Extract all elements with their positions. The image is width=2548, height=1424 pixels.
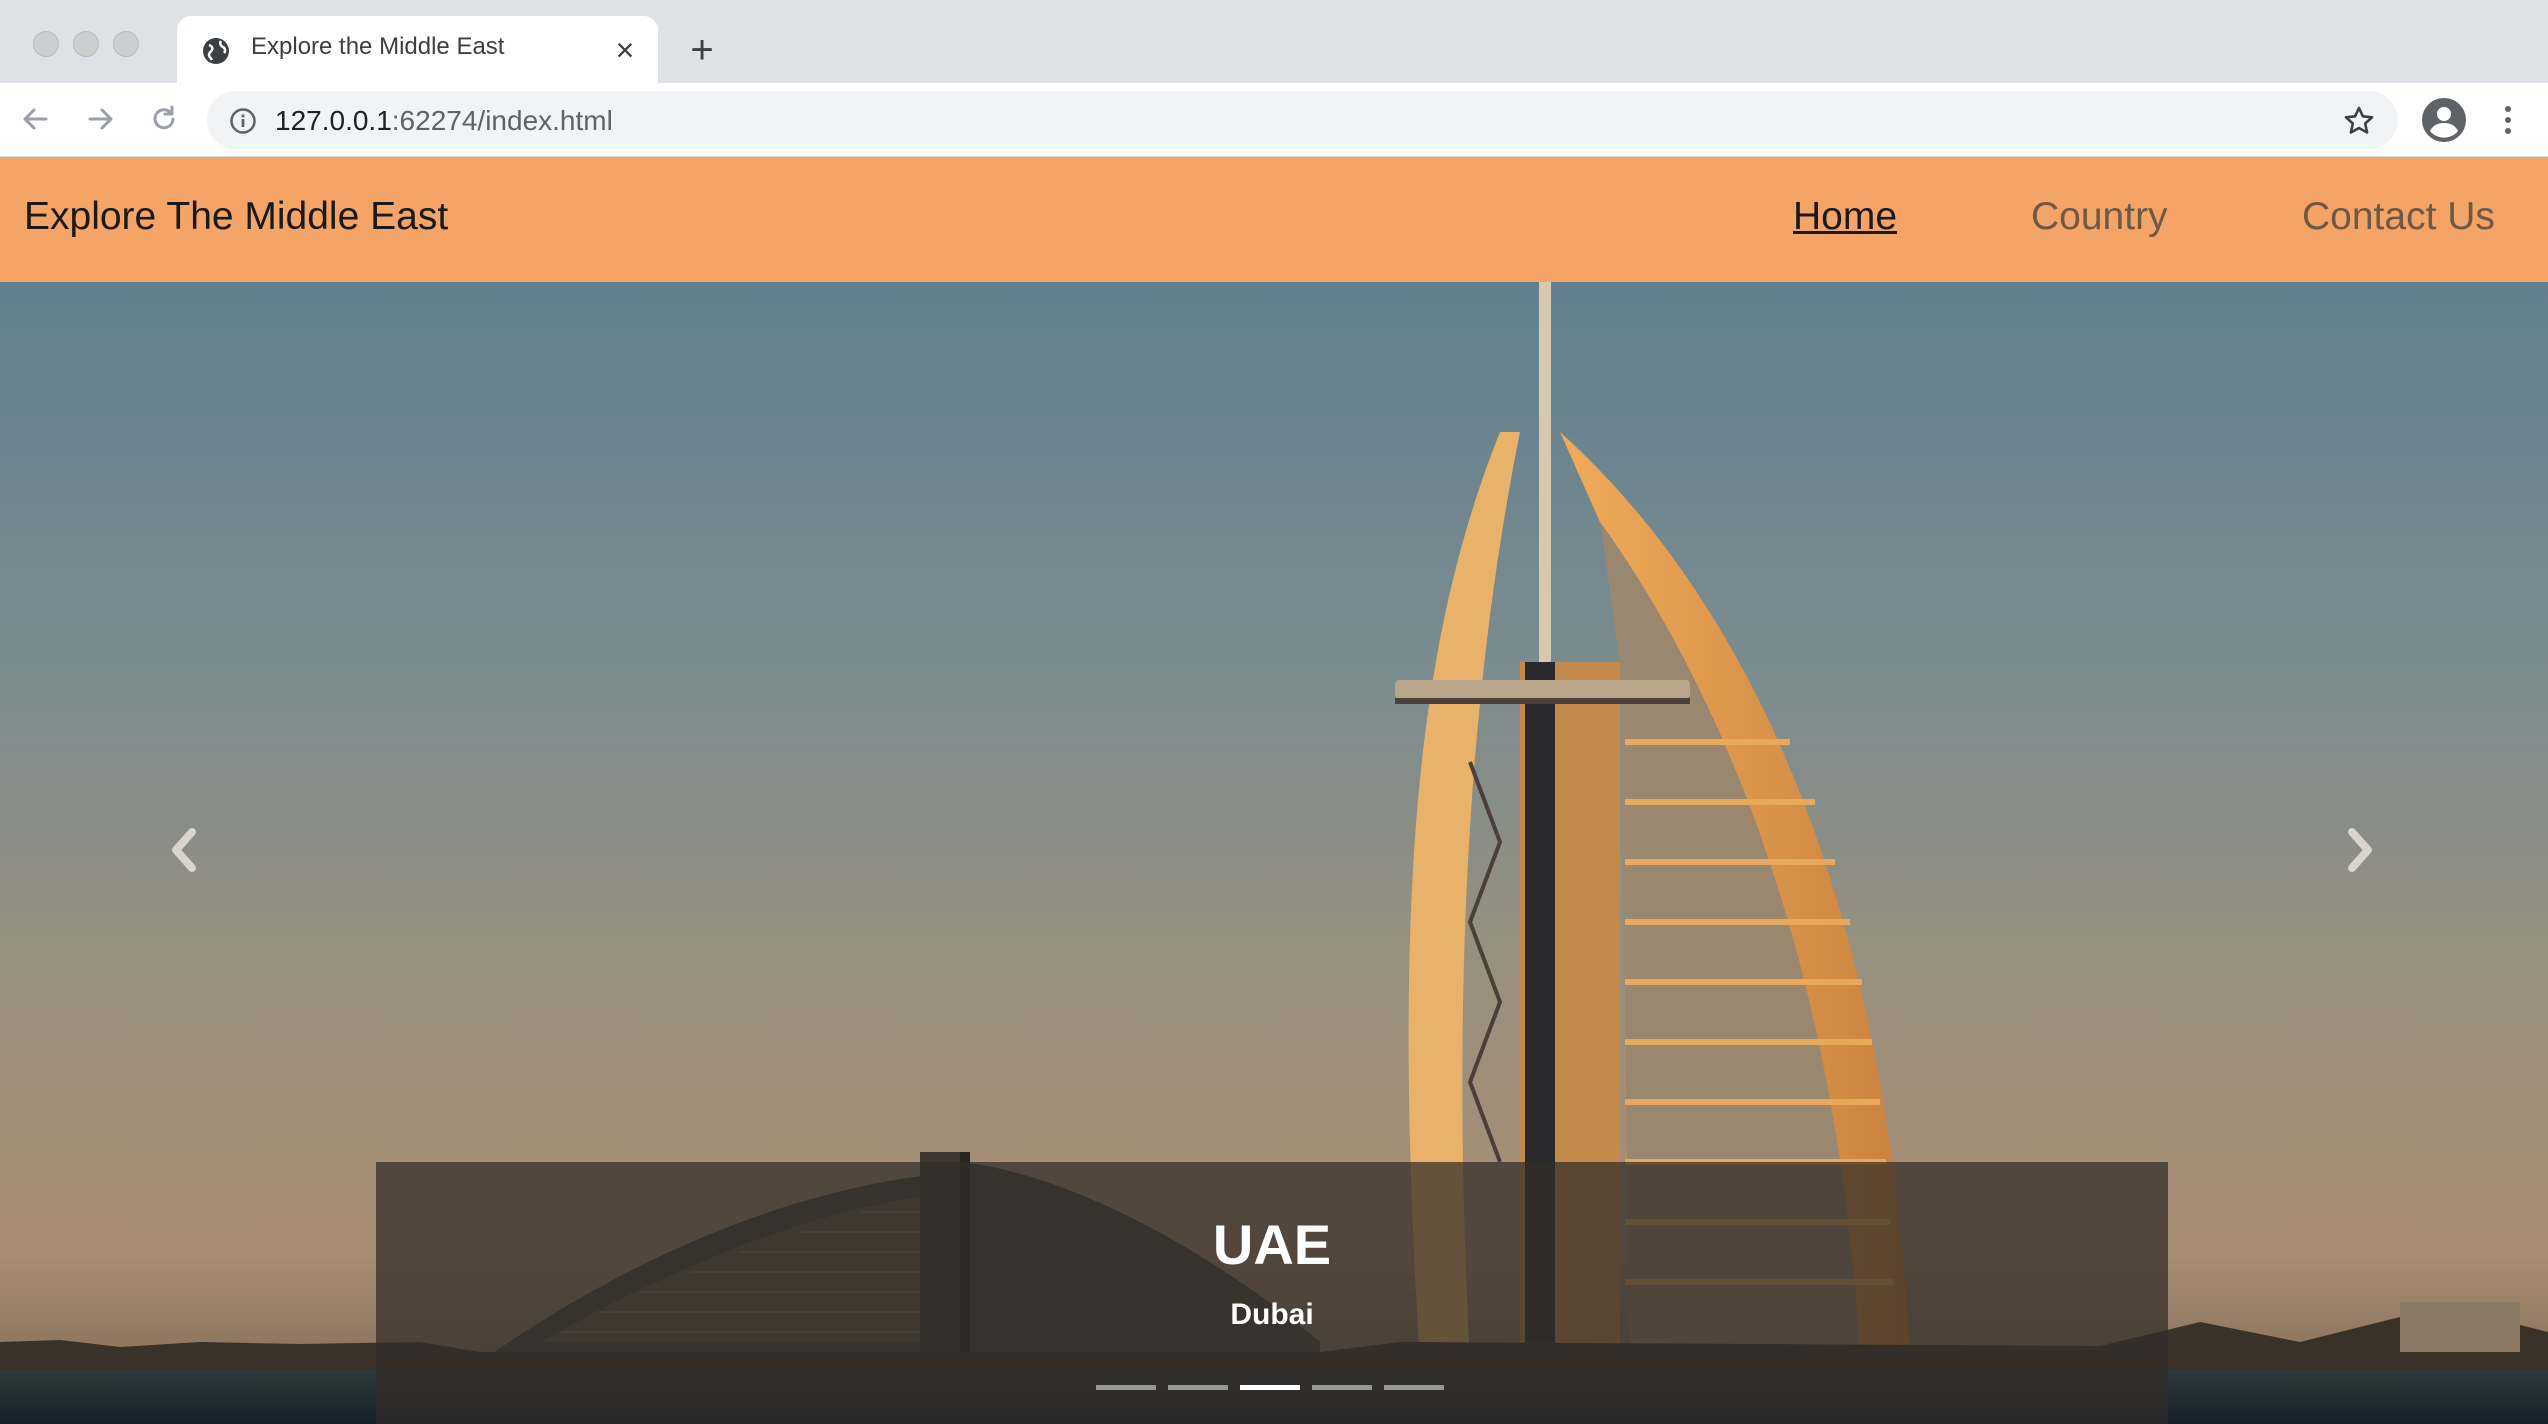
bookmark-star-icon[interactable] <box>2342 104 2376 138</box>
browser-toolbar: 127.0.0.1:62274/index.html <box>0 83 2548 157</box>
carousel-indicator-3[interactable] <box>1240 1385 1300 1390</box>
nav-link-contact-us[interactable]: Contact Us <box>2302 195 2495 239</box>
url-text[interactable]: 127.0.0.1:62274/index.html <box>275 105 613 137</box>
browser-tabstrip: Explore the Middle East × + <box>0 0 2548 83</box>
caption-subtitle: Dubai <box>1230 1298 1314 1331</box>
carousel-indicator-2[interactable] <box>1168 1385 1228 1390</box>
carousel-indicators <box>1096 1385 1456 1393</box>
browser-tab[interactable]: Explore the Middle East × <box>177 16 658 83</box>
info-icon[interactable] <box>229 107 257 135</box>
carousel-indicator-4[interactable] <box>1312 1385 1372 1390</box>
window-minimize-button[interactable] <box>73 31 99 57</box>
hero-carousel: UAE Dubai <box>0 282 2548 1424</box>
close-tab-icon[interactable]: × <box>609 34 641 66</box>
window-close-button[interactable] <box>33 31 59 57</box>
nav-link-country[interactable]: Country <box>2031 195 2168 239</box>
carousel-indicator-5[interactable] <box>1384 1385 1444 1390</box>
carousel-prev-chevron-icon[interactable] <box>154 810 214 890</box>
carousel-next-chevron-icon[interactable] <box>2330 810 2390 890</box>
address-bar[interactable]: 127.0.0.1:62274/index.html <box>207 91 2398 149</box>
reload-icon[interactable] <box>144 99 184 139</box>
profile-avatar-icon[interactable] <box>2420 96 2468 144</box>
nav-link-home[interactable]: Home <box>1793 195 1897 239</box>
site-brand-link[interactable]: Explore The Middle East <box>24 195 448 239</box>
new-tab-button[interactable]: + <box>683 30 721 70</box>
window-zoom-button[interactable] <box>113 31 139 57</box>
carousel-indicator-1[interactable] <box>1096 1385 1156 1390</box>
tab-title: Explore the Middle East <box>251 33 505 60</box>
site-navbar: Explore The Middle East Home Country Con… <box>0 157 2548 282</box>
back-arrow-icon[interactable] <box>16 99 56 139</box>
forward-arrow-icon[interactable] <box>80 99 120 139</box>
globe-icon <box>203 38 229 64</box>
caption-title: UAE <box>1212 1213 1332 1276</box>
more-vert-icon[interactable] <box>2494 100 2522 140</box>
